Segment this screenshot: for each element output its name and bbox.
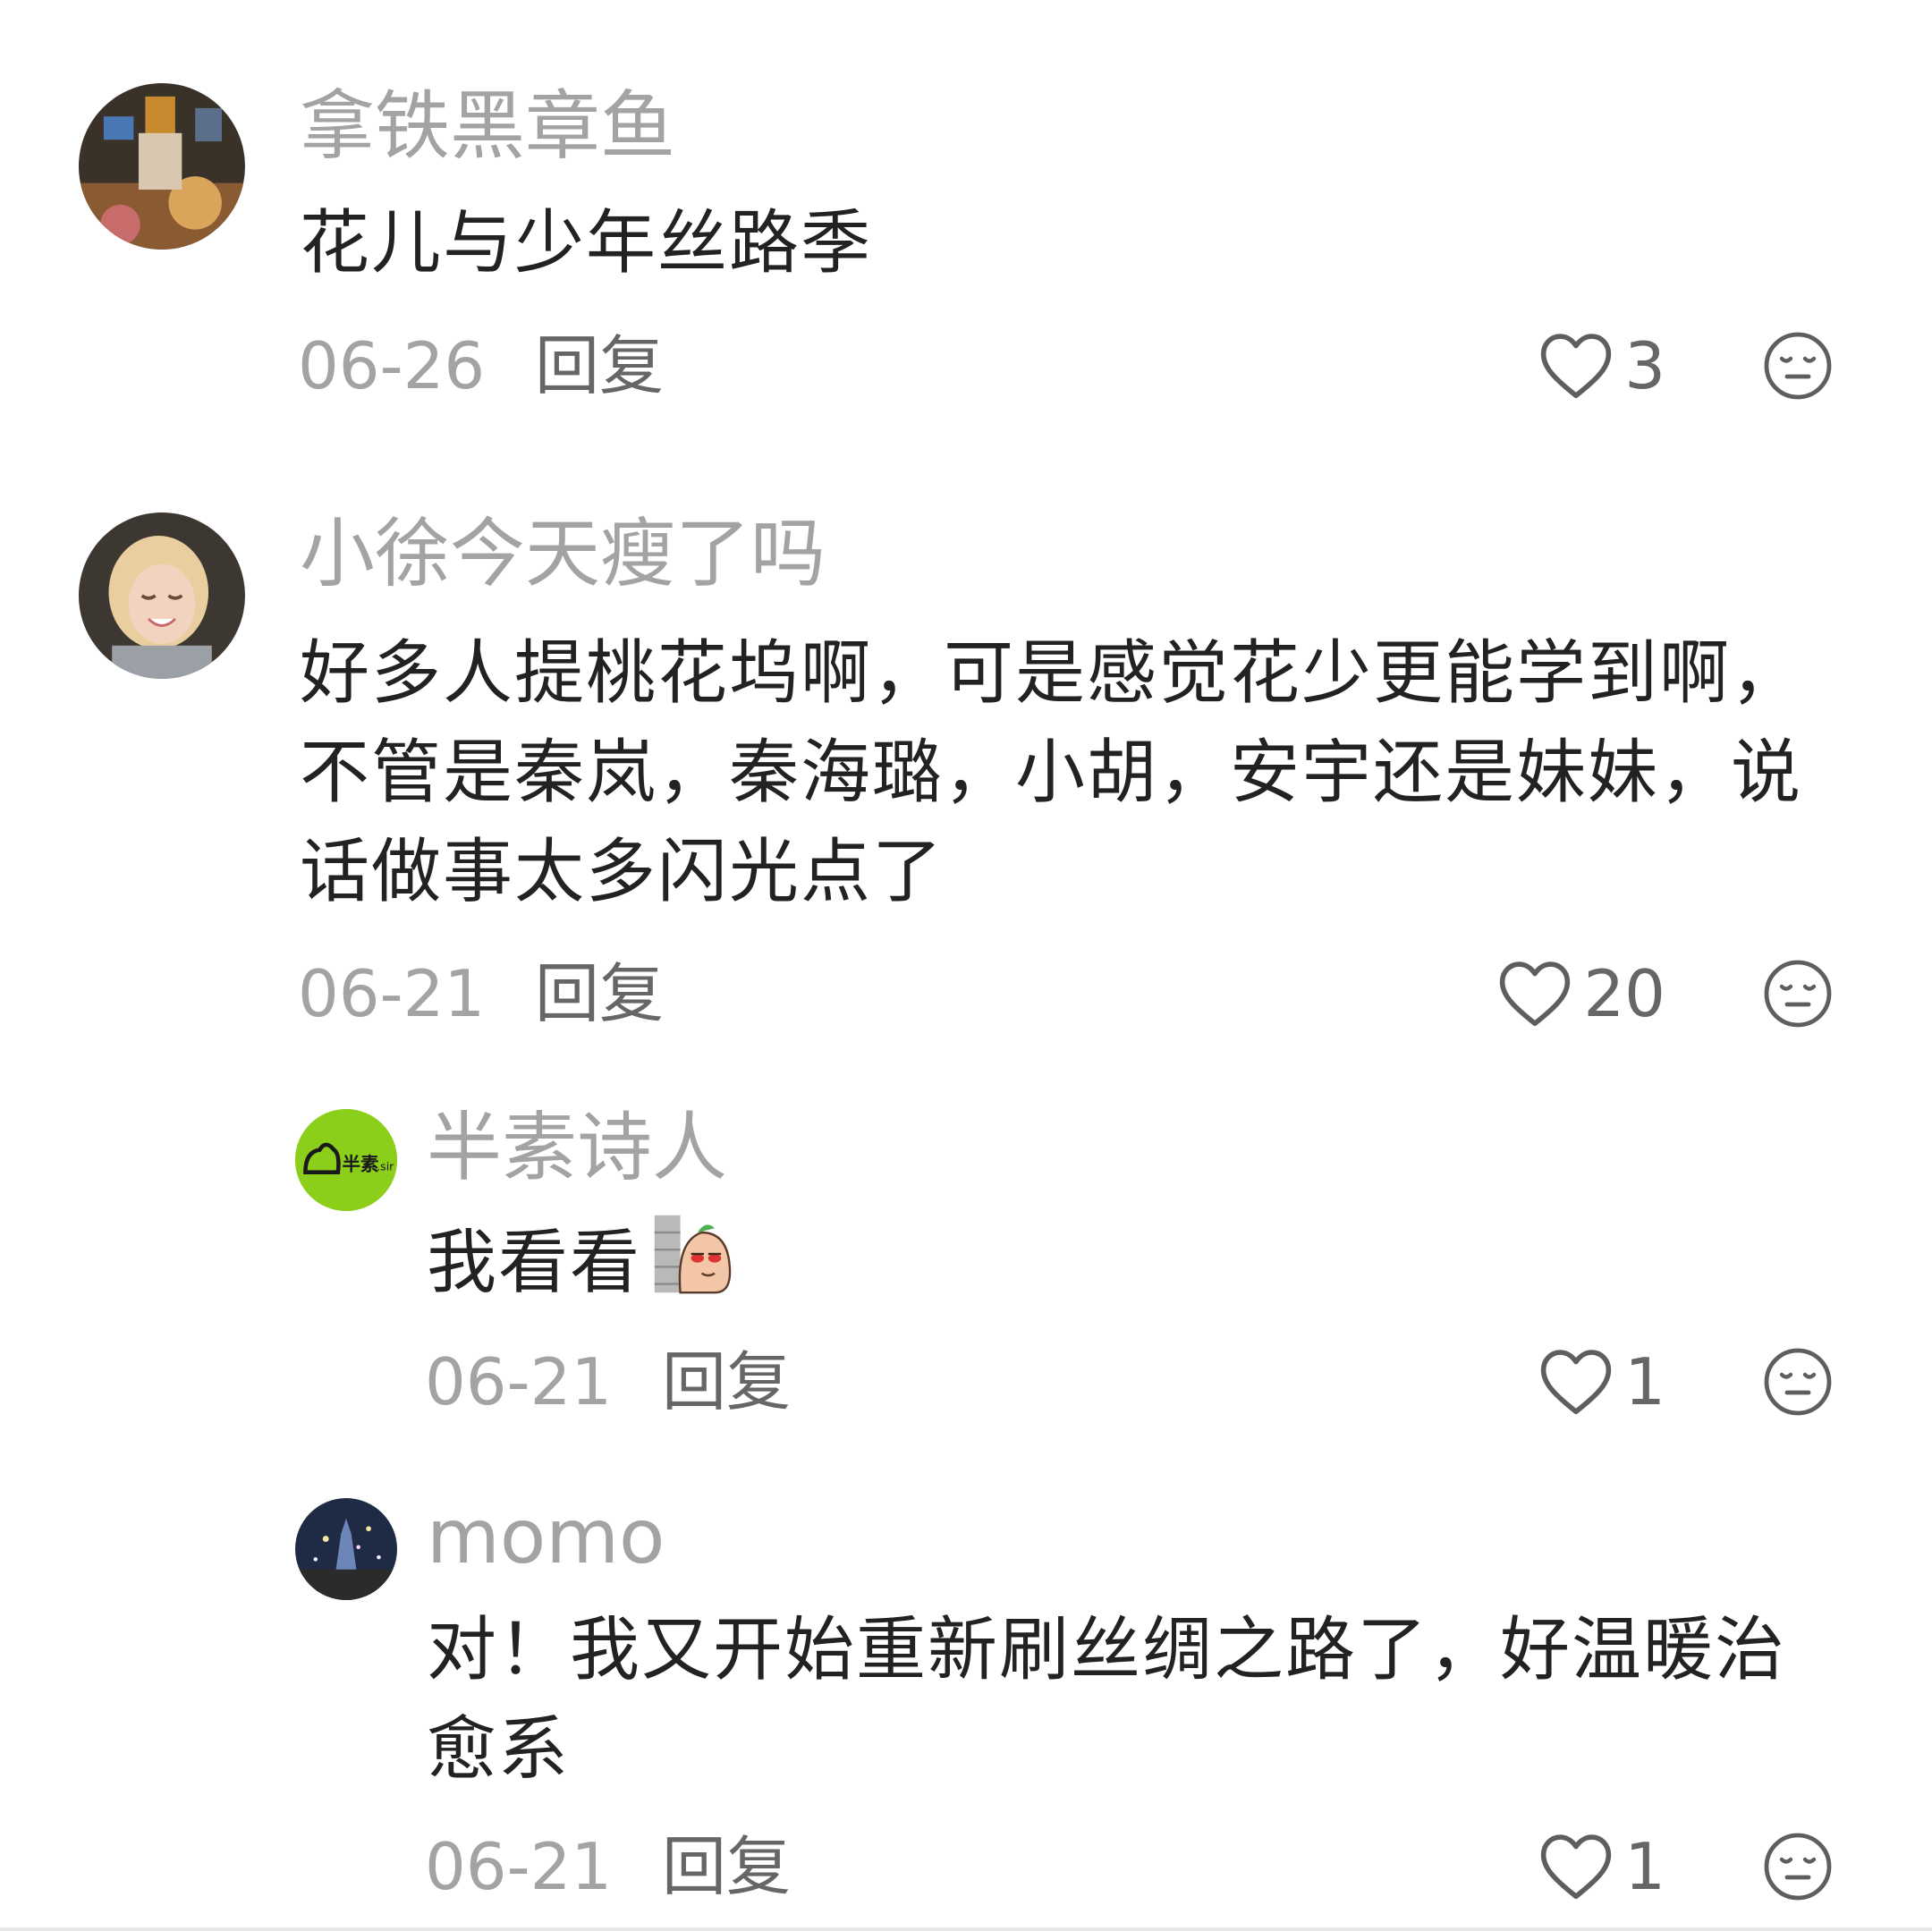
reply-item: 半素 .sir 半素诗人 我看看 06-21 回复 1 bbox=[0, 1073, 1932, 1458]
dislike-button[interactable] bbox=[1762, 330, 1834, 402]
comment-text: 我看看 bbox=[427, 1211, 1840, 1313]
dislike-face-icon bbox=[1764, 332, 1832, 400]
like-button[interactable]: 1 bbox=[1538, 1826, 1665, 1907]
like-button[interactable]: 1 bbox=[1538, 1342, 1665, 1422]
reply-button[interactable]: 回复 bbox=[535, 326, 664, 406]
dislike-face-icon bbox=[1764, 960, 1832, 1028]
comment-item: 拿铁黑章鱼 花儿与少年丝路季 06-26 回复 3 bbox=[0, 0, 1932, 420]
like-count: 1 bbox=[1624, 1344, 1665, 1419]
peeking-sticker-icon bbox=[654, 1215, 732, 1294]
user-avatar[interactable] bbox=[295, 1498, 397, 1600]
heart-outline-icon bbox=[1540, 1834, 1612, 1900]
like-count: 20 bbox=[1583, 956, 1665, 1031]
bottom-divider bbox=[0, 1927, 1932, 1931]
comment-text-body: 我看看 bbox=[427, 1223, 642, 1303]
reply-button[interactable]: 回复 bbox=[662, 1342, 791, 1422]
reply-button[interactable]: 回复 bbox=[662, 1826, 791, 1907]
reply-button[interactable]: 回复 bbox=[535, 953, 664, 1034]
dislike-button[interactable] bbox=[1762, 1346, 1834, 1418]
comment-text: 对！我又开始重新刷丝绸之路了，好温暖治愈系 bbox=[427, 1610, 1787, 1790]
user-avatar-icon bbox=[295, 1498, 397, 1600]
comment-text: 花儿与少年丝路季 bbox=[300, 203, 873, 284]
user-avatar[interactable] bbox=[79, 83, 245, 250]
dislike-button[interactable] bbox=[1762, 958, 1834, 1029]
heart-outline-icon bbox=[1540, 334, 1612, 399]
username[interactable]: 拿铁黑章鱼 bbox=[300, 81, 675, 171]
dislike-face-icon bbox=[1764, 1348, 1832, 1416]
reply-item: momo 对！我又开始重新刷丝绸之路了，好温暖治愈系 06-21 回复 1 bbox=[0, 1458, 1932, 1927]
username[interactable]: momo bbox=[427, 1492, 665, 1581]
like-count: 3 bbox=[1624, 328, 1665, 403]
user-avatar[interactable] bbox=[79, 512, 245, 679]
svg-text:半素: 半素 bbox=[342, 1153, 378, 1174]
comment-date: 06-21 bbox=[425, 1829, 613, 1904]
heart-outline-icon bbox=[1540, 1350, 1612, 1415]
comment-item: 小徐今天瘦了吗 好多人提桃花坞啊，可是感觉花少更能学到啊，不管是秦岚，秦海璐，小… bbox=[0, 420, 1932, 1073]
dislike-button[interactable] bbox=[1762, 1831, 1834, 1902]
like-count: 1 bbox=[1624, 1829, 1665, 1904]
user-avatar-icon bbox=[79, 83, 245, 250]
user-avatar-icon bbox=[79, 512, 245, 679]
user-avatar-icon: 半素 .sir bbox=[295, 1109, 397, 1211]
svg-text:.sir: .sir bbox=[377, 1159, 394, 1173]
comment-text: 好多人提桃花坞啊，可是感觉花少更能学到啊，不管是秦岚，秦海璐，小胡，安宇还是妹妹… bbox=[300, 633, 1803, 912]
username[interactable]: 半素诗人 bbox=[427, 1103, 727, 1192]
dislike-face-icon bbox=[1764, 1833, 1832, 1901]
like-button[interactable]: 3 bbox=[1538, 326, 1665, 406]
username[interactable]: 小徐今天瘦了吗 bbox=[300, 509, 826, 598]
comment-date: 06-21 bbox=[298, 956, 486, 1031]
comment-date: 06-26 bbox=[298, 328, 486, 403]
heart-outline-icon bbox=[1500, 961, 1571, 1027]
comment-date: 06-21 bbox=[425, 1344, 613, 1419]
user-avatar[interactable]: 半素 .sir bbox=[295, 1109, 397, 1211]
like-button[interactable]: 20 bbox=[1497, 953, 1665, 1034]
